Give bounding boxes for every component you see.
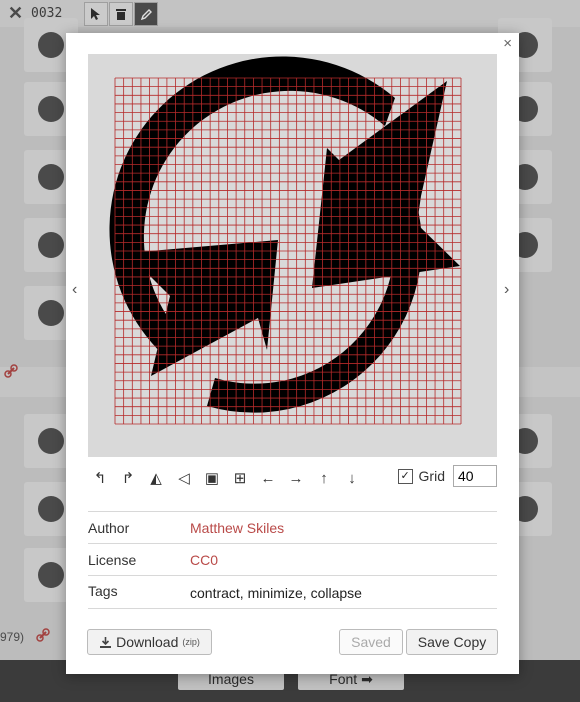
saved-button[interactable]: Saved [339, 629, 403, 655]
prev-icon-arrow[interactable]: ‹ [72, 281, 77, 299]
grid-checkbox[interactable]: ✓ [397, 468, 413, 484]
move-right-icon[interactable]: → [284, 466, 308, 490]
license-link[interactable]: CC0 [190, 552, 218, 568]
tags-value[interactable]: contract, minimize, collapse [190, 585, 362, 601]
move-up-icon[interactable]: ↑ [312, 466, 336, 490]
next-icon-arrow[interactable]: › [504, 281, 509, 299]
shrink-icon[interactable]: ▣ [200, 466, 224, 490]
download-button[interactable]: Download (zip) [87, 629, 212, 655]
modal-close-button[interactable]: × [503, 35, 512, 52]
license-label: License [88, 552, 137, 568]
author-link[interactable]: Matthew Skiles [190, 520, 284, 536]
author-label: Author [88, 520, 130, 536]
expand-icon[interactable]: ⊞ [228, 466, 252, 490]
move-down-icon[interactable]: ↓ [340, 466, 364, 490]
author-row: Author Matthew Skiles [88, 511, 497, 543]
contract-icon [109, 56, 460, 413]
grid-size-input[interactable] [453, 465, 497, 487]
flip-horizontal-icon[interactable]: ◭ [144, 466, 168, 490]
flip-vertical-icon[interactable]: ◁ [172, 466, 196, 490]
icon-preview[interactable] [88, 54, 497, 457]
download-icon [100, 636, 112, 648]
grid-overlay [114, 77, 462, 425]
rotate-right-icon[interactable]: ↱ [116, 466, 140, 490]
icon-detail-modal: × ‹ › ↰ ↱ ◭ ◁ ▣ ⊞ ← → ↑ ↓ ✓ Grid 40 Auth… [66, 33, 519, 674]
move-left-icon[interactable]: ← [256, 466, 280, 490]
tags-row: Tags contract, minimize, collapse [88, 575, 497, 609]
download-label: Download [116, 634, 179, 650]
grid-label: Grid [418, 468, 445, 484]
edit-toolbar: ↰ ↱ ◭ ◁ ▣ ⊞ ← → ↑ ↓ ✓ Grid [88, 464, 497, 490]
rotate-left-icon[interactable]: ↰ [88, 466, 112, 490]
download-suffix: (zip) [182, 637, 200, 647]
tags-label: Tags [88, 583, 118, 599]
grid-control: ✓ Grid [397, 464, 497, 488]
save-copy-button[interactable]: Save Copy [406, 629, 498, 655]
license-row: License CC0 [88, 543, 497, 575]
icon-canvas[interactable] [88, 54, 497, 457]
